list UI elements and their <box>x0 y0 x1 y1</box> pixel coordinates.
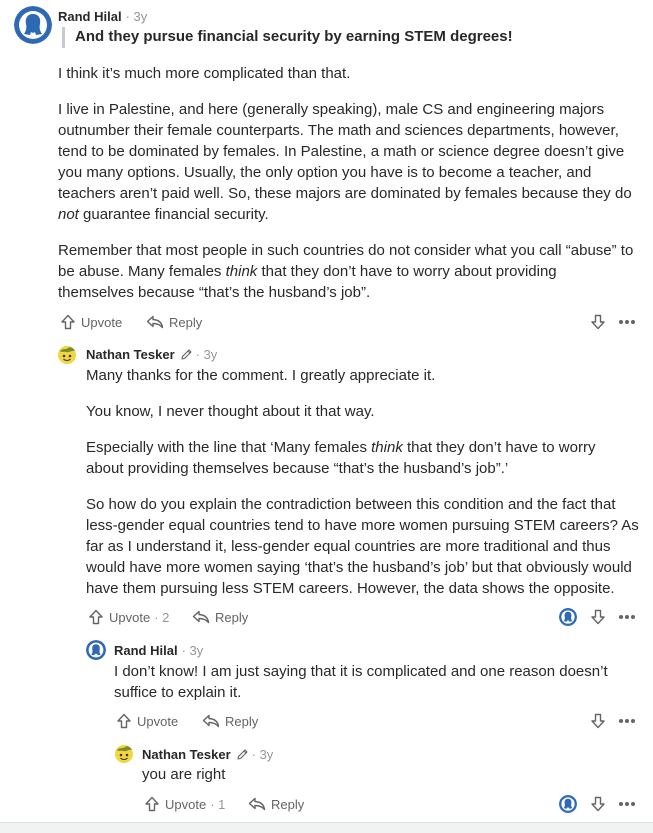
upvote-arrow-icon <box>117 713 131 729</box>
rand-hilal-avatar-icon <box>86 640 106 660</box>
comment-2-header: Nathan Tesker · 3y <box>86 345 217 363</box>
upvote-count: · 2 <box>154 609 170 625</box>
quoted-text: And they pursue financial security by ea… <box>62 27 632 48</box>
more-options-button[interactable] <box>617 711 637 731</box>
comment-2-paragraph-4: So how do you explain the contradiction … <box>86 496 639 597</box>
upvote-arrow-icon <box>145 796 159 812</box>
upvote-button[interactable]: Upvote · 2 <box>88 607 169 627</box>
comment-1-header: Rand Hilal · 3y <box>58 7 147 25</box>
upvote-arrow-icon <box>89 609 103 625</box>
upvote-arrow-icon <box>61 314 75 330</box>
author-name[interactable]: Nathan Tesker <box>142 747 231 762</box>
comment-2-paragraph-3: Especially with the line that ‘Many fema… <box>86 439 596 477</box>
downvote-arrow-icon <box>591 796 605 812</box>
downvote-arrow-icon <box>591 314 605 330</box>
avatar-nathan-tesker[interactable] <box>57 345 77 365</box>
emphasis: think <box>225 263 258 280</box>
reply-button[interactable]: Reply <box>192 607 248 627</box>
comment-4-paragraph-1: you are right <box>142 766 226 783</box>
downvote-arrow-icon <box>591 713 605 729</box>
rand-hilal-avatar-icon <box>14 6 52 44</box>
downvote-button[interactable] <box>588 312 608 332</box>
downvote-arrow-icon <box>591 609 605 625</box>
author-name[interactable]: Nathan Tesker <box>86 347 175 362</box>
pencil-icon <box>180 348 193 361</box>
timestamp[interactable]: · 3y <box>126 9 148 24</box>
reply-button[interactable]: Reply <box>202 711 258 731</box>
more-dots-icon <box>619 802 635 806</box>
timestamp[interactable]: · 3y <box>252 747 274 762</box>
nathan-tesker-avatar-icon <box>58 346 76 364</box>
more-dots-icon <box>619 719 635 723</box>
avatar-nathan-tesker[interactable] <box>114 744 134 764</box>
more-options-button[interactable] <box>617 794 637 814</box>
timestamp[interactable]: · 3y <box>182 643 204 658</box>
reply-button[interactable]: Reply <box>146 312 202 332</box>
comment-1-paragraph-2: I live in Palestine, and here (generally… <box>58 101 632 223</box>
page-footer-divider <box>0 822 653 833</box>
more-options-button[interactable] <box>617 607 637 627</box>
comment-4-header: Nathan Tesker · 3y <box>142 745 273 763</box>
reply-button[interactable]: Reply <box>248 794 304 814</box>
author-name[interactable]: Rand Hilal <box>58 9 122 24</box>
downvote-button[interactable] <box>588 607 608 627</box>
emphasis: not <box>58 206 79 223</box>
comment-3-paragraph-1: I don’t know! I am just saying that it i… <box>114 663 608 701</box>
upvote-button[interactable]: Upvote <box>60 312 122 332</box>
comment-2-paragraph-2: You know, I never thought about it that … <box>86 403 375 420</box>
upvote-button[interactable]: Upvote · 1 <box>144 794 225 814</box>
more-dots-icon <box>619 615 635 619</box>
more-dots-icon <box>619 320 635 324</box>
upvoter-avatar-icon[interactable] <box>559 608 577 626</box>
timestamp[interactable]: · 3y <box>196 347 218 362</box>
downvote-button[interactable] <box>588 794 608 814</box>
reply-arrow-icon <box>248 797 266 811</box>
avatar-rand-hilal[interactable] <box>14 6 52 44</box>
upvoter-avatar-icon[interactable] <box>559 795 577 813</box>
reply-arrow-icon <box>146 315 164 329</box>
more-options-button[interactable] <box>617 312 637 332</box>
pencil-icon <box>236 748 249 761</box>
avatar-rand-hilal[interactable] <box>86 640 106 660</box>
nathan-tesker-avatar-icon <box>115 745 133 763</box>
reply-arrow-icon <box>202 714 220 728</box>
upvote-count: · 1 <box>210 796 226 812</box>
comment-1-paragraph-1: I think it’s much more complicated than … <box>58 65 351 82</box>
comment-2-paragraph-1: Many thanks for the comment. I greatly a… <box>86 367 436 384</box>
upvote-button[interactable]: Upvote <box>116 711 178 731</box>
reply-arrow-icon <box>192 610 210 624</box>
author-name[interactable]: Rand Hilal <box>114 643 178 658</box>
comment-1-paragraph-3: Remember that most people in such countr… <box>58 242 634 301</box>
emphasis: think <box>371 439 403 456</box>
comment-3-header: Rand Hilal · 3y <box>114 641 203 659</box>
downvote-button[interactable] <box>588 711 608 731</box>
